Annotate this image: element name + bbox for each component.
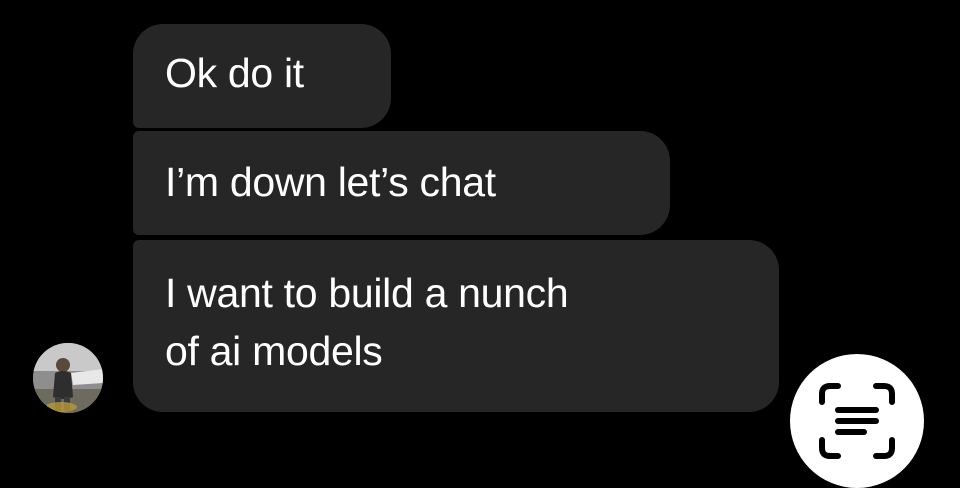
message-text-line: of ai models xyxy=(165,328,383,374)
message-thread: Ok do it I’m down let’s chat I want to b… xyxy=(0,0,960,488)
message-bubble[interactable]: I want to build a nunch of ai models xyxy=(133,240,779,412)
message-bubble[interactable]: I’m down let’s chat xyxy=(133,131,670,235)
message-bubble[interactable]: Ok do it xyxy=(133,24,391,128)
sender-avatar[interactable] xyxy=(33,343,103,413)
live-text-scan-icon xyxy=(819,383,895,459)
profile-photo-icon xyxy=(33,343,103,413)
live-text-button[interactable] xyxy=(790,354,924,488)
message-text: Ok do it xyxy=(165,50,304,96)
message-text: I’m down let’s chat xyxy=(165,159,496,205)
message-text-line: I want to build a nunch xyxy=(165,270,569,316)
